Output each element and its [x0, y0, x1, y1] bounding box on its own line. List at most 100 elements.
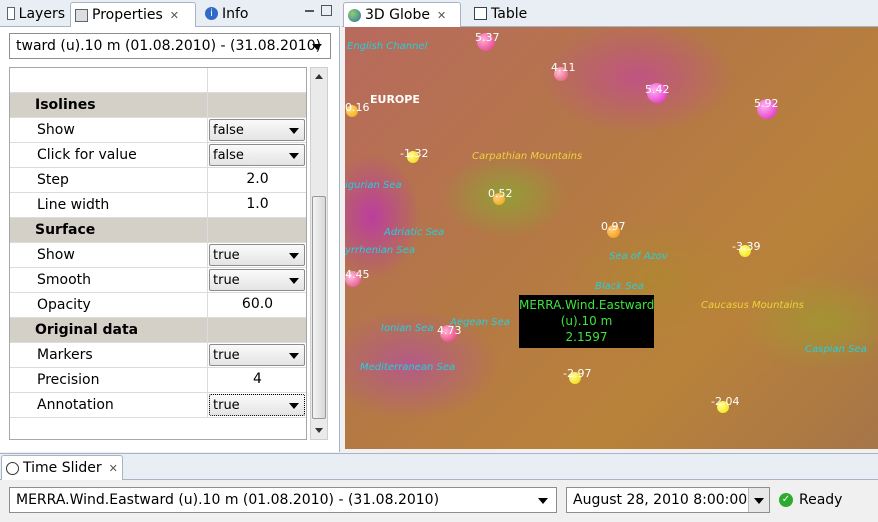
line-width-value[interactable]: 1.0	[208, 196, 306, 212]
time-slider-tab-bar	[0, 453, 878, 480]
value-tooltip: MERRA.Wind.Eastward (u).10 m 2.1597	[519, 295, 654, 348]
check-icon: ✓	[779, 493, 793, 507]
markers-combo[interactable]: true	[209, 344, 305, 366]
tab-properties-label: Properties	[92, 7, 163, 23]
chevron-down-icon	[289, 403, 299, 409]
tooltip-line-3: 2.1597	[565, 330, 608, 344]
marker-label: 4.11	[551, 61, 576, 74]
clock-icon	[6, 461, 19, 475]
globe-icon	[348, 8, 361, 22]
prop-surface-show: Show true	[10, 243, 306, 268]
minimize-icon[interactable]	[305, 10, 314, 12]
marker-label: 0.52	[488, 187, 513, 200]
scroll-thumb[interactable]	[312, 196, 326, 419]
category-surface[interactable]: Surface	[10, 218, 306, 243]
place-caucasus: Caucasus Mountains	[701, 300, 804, 311]
chevron-down-icon	[289, 278, 299, 284]
layers-icon	[7, 7, 15, 20]
place-caspian: Caspian Sea	[805, 344, 867, 355]
chevron-down-icon	[289, 253, 299, 259]
prop-label: Precision	[37, 372, 100, 388]
place-english-channel: English Channel	[347, 41, 428, 52]
category-original-data[interactable]: Original data	[10, 318, 306, 343]
category-label: Isolines	[35, 97, 96, 113]
isolines-show-combo[interactable]: false	[209, 119, 305, 141]
tab-time-slider-label: Time Slider	[23, 460, 102, 476]
prop-annotation: Annotation true	[10, 393, 306, 418]
status-text: Ready	[799, 492, 843, 508]
prop-label: Step	[37, 172, 69, 188]
scroll-down-arrow[interactable]	[315, 428, 323, 433]
place-tyrrhenian: yrrhenian Sea	[345, 245, 416, 256]
opacity-value[interactable]: 60.0	[208, 296, 306, 312]
marker-label: 4.73	[437, 324, 462, 337]
marker-label: -1.32	[400, 147, 429, 160]
combo-value: false	[213, 123, 244, 138]
surface-show-combo[interactable]: true	[209, 244, 305, 266]
marker-label: 5.42	[645, 83, 670, 96]
click-for-value-combo[interactable]: false	[209, 144, 305, 166]
prop-smooth: Smooth true	[10, 268, 306, 293]
tooltip-line-1: MERRA.Wind.Eastward	[519, 298, 655, 312]
smooth-combo[interactable]: true	[209, 269, 305, 291]
marker-label: 5.37	[475, 31, 500, 44]
place-azov: Sea of Azov	[609, 251, 668, 262]
tab-time-slider[interactable]: Time Slider ✕	[1, 455, 123, 480]
combo-value: true	[213, 248, 240, 263]
prop-label: Click for value	[37, 147, 137, 163]
marker-label: 0.16	[345, 101, 370, 114]
prop-precision: Precision 4	[10, 368, 306, 393]
prop-line-width: Line width 1.0	[10, 193, 306, 218]
tab-table[interactable]: Table	[470, 2, 532, 25]
place-ionian: Ionian Sea	[381, 323, 434, 334]
prop-label: Smooth	[37, 272, 92, 288]
chevron-down-icon	[754, 498, 764, 504]
date-select-value: August 28, 2010 8:00:00 PM	[573, 492, 770, 508]
place-ligurian: igurian Sea	[345, 180, 402, 191]
category-label: Original data	[35, 322, 139, 338]
close-icon[interactable]: ✕	[437, 9, 446, 22]
place-europe: EUROPE	[370, 93, 420, 106]
annotation-combo[interactable]: true	[209, 394, 305, 416]
date-select[interactable]: August 28, 2010 8:00:00 PM	[566, 487, 770, 513]
place-adriatic: Adriatic Sea	[384, 227, 445, 238]
close-icon[interactable]: ✕	[109, 462, 118, 475]
maximize-icon[interactable]	[321, 5, 332, 16]
property-scrollbar[interactable]	[310, 67, 328, 440]
category-isolines[interactable]: Isolines	[10, 93, 306, 118]
layer-select[interactable]: tward (u).10 m (01.08.2010) - (31.08.201…	[9, 33, 331, 59]
prop-label: Markers	[37, 347, 93, 363]
marker-label: -3.39	[732, 240, 761, 253]
properties-icon	[75, 8, 88, 22]
precision-value[interactable]: 4	[208, 371, 306, 387]
prop-label: Show	[37, 122, 75, 138]
step-value[interactable]: 2.0	[208, 171, 306, 187]
layer-select-value: tward (u).10 m (01.08.2010) - (31.08.201…	[16, 38, 322, 54]
dataset-select[interactable]: MERRA.Wind.Eastward (u).10 m (01.08.2010…	[9, 487, 557, 513]
tab-layers[interactable]: Layers	[3, 2, 69, 25]
marker-label: 5.92	[754, 97, 779, 110]
globe-map[interactable]: English Channel EUROPE Carpathian Mounta…	[345, 27, 878, 449]
marker-label: 0.97	[601, 220, 626, 233]
prop-label: Show	[37, 247, 75, 263]
tab-layers-label: Layers	[18, 5, 65, 22]
scroll-up-arrow[interactable]	[315, 74, 323, 79]
info-icon: i	[205, 7, 218, 20]
tab-3d-globe[interactable]: 3D Globe ✕	[343, 2, 461, 27]
place-mediterranean: Mediterranean Sea	[360, 362, 456, 373]
tooltip-line-2: (u).10 m	[560, 314, 613, 328]
chevron-down-icon	[538, 498, 548, 504]
prop-markers: Markers true	[10, 343, 306, 368]
chevron-down-icon	[289, 153, 299, 159]
dataset-select-value: MERRA.Wind.Eastward (u).10 m (01.08.2010…	[16, 492, 440, 508]
prop-click-for-value: Click for value false	[10, 143, 306, 168]
close-icon[interactable]: ✕	[170, 9, 179, 22]
combo-value: false	[213, 148, 244, 163]
combo-value: true	[213, 273, 240, 288]
prop-label: Annotation	[37, 397, 114, 413]
tab-info[interactable]: i Info	[201, 2, 255, 25]
combo-value: true	[213, 348, 240, 363]
tab-properties[interactable]: Properties ✕	[70, 2, 196, 27]
property-grid: Isolines Show false Click for value fals…	[9, 67, 307, 440]
chevron-down-icon	[289, 128, 299, 134]
